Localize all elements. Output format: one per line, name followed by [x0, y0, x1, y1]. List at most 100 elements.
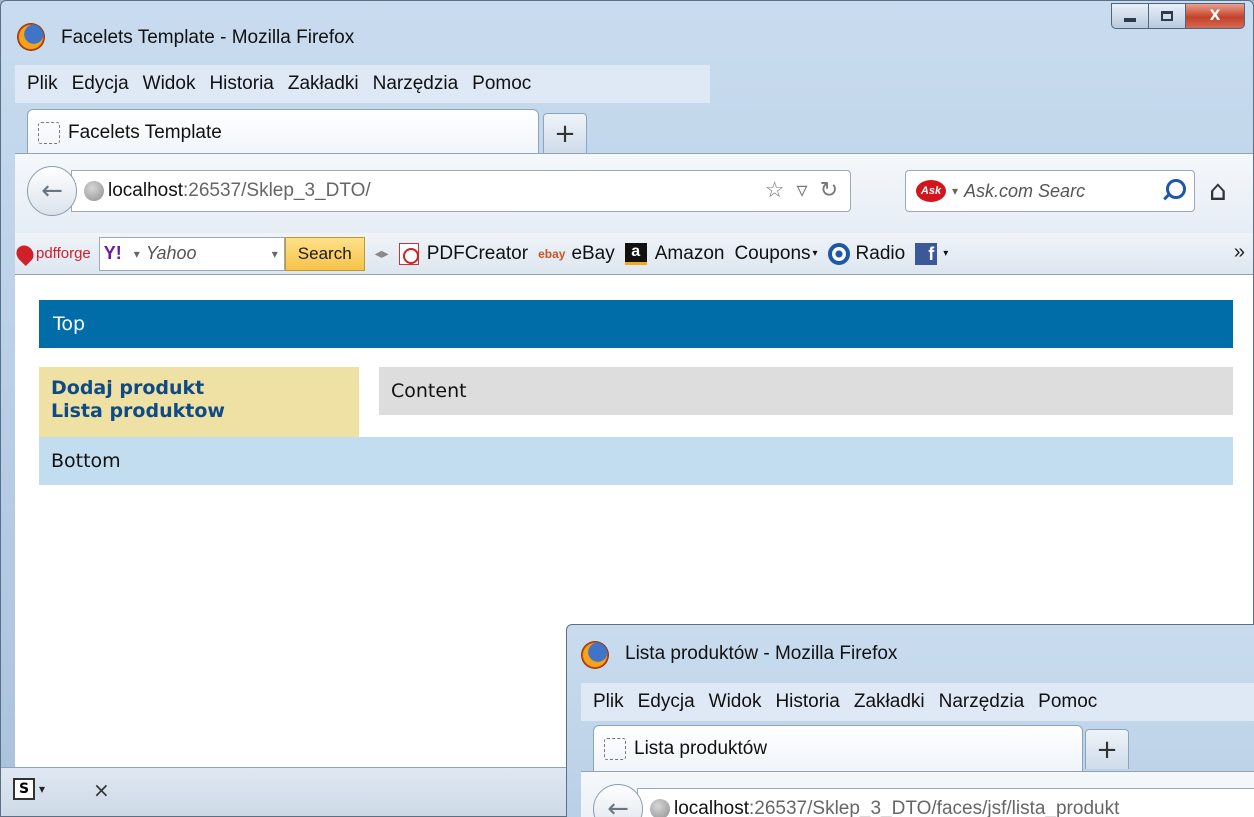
menu-edycja[interactable]: Edycja: [638, 691, 695, 713]
page-top-section: Top: [39, 300, 1233, 348]
pdf-icon: [398, 242, 419, 265]
toolbar-resize-handle[interactable]: ◂▸: [375, 245, 389, 262]
bookmarks-toolbar: pdfforge Y! ▾ Yahoo ▾ Search ◂▸ PDFCreat…: [12, 233, 1253, 275]
addon-dropdown-icon[interactable]: ▾: [39, 782, 45, 796]
tab-strip: Facelets Template +: [15, 105, 1253, 155]
url-bar[interactable]: localhost :26537/Sklep_3_DTO/ ☆ ▿ ↻: [71, 170, 851, 212]
back-button[interactable]: ←: [593, 784, 643, 817]
tab-label: Facelets Template: [68, 121, 222, 143]
reload-icon[interactable]: ↻: [820, 177, 838, 203]
globe-icon: [650, 799, 670, 817]
search-engine-dropdown-icon[interactable]: ▾: [952, 184, 958, 198]
addon-s-icon[interactable]: S: [13, 778, 35, 800]
radio-icon: [827, 242, 850, 265]
ebay-icon: ebay: [538, 246, 566, 261]
tab-strip: Lista produktów +: [581, 721, 1254, 771]
menu-plik[interactable]: Plik: [27, 73, 58, 95]
yahoo-logo-icon: Y!: [103, 243, 122, 263]
menu-zakladki[interactable]: Zakładki: [288, 73, 359, 95]
url-host: localhost: [108, 180, 183, 201]
minimize-button[interactable]: [1111, 3, 1149, 29]
bookmark-radio[interactable]: Radio: [827, 242, 905, 265]
url-path: :26537/Sklep_3_DTO/: [183, 180, 371, 201]
url-bar[interactable]: localhost :26537/Sklep_3_DTO/faces/jsf/l…: [637, 788, 1254, 817]
maximize-icon: [1161, 11, 1173, 21]
history-dropdown-icon[interactable]: ▿: [797, 177, 808, 203]
back-button[interactable]: ←: [27, 166, 77, 216]
menu-historia[interactable]: Historia: [775, 691, 839, 713]
menu-bar: Plik Edycja Widok Historia Zakładki Narz…: [581, 683, 1254, 721]
url-host: localhost: [674, 798, 749, 817]
yahoo-search-button[interactable]: Search: [284, 236, 365, 271]
new-tab-button[interactable]: +: [543, 113, 587, 153]
yahoo-engine-dropdown-icon[interactable]: ▾: [134, 247, 140, 261]
amazon-icon: a: [624, 242, 647, 265]
maximize-button[interactable]: [1148, 3, 1186, 29]
yahoo-history-dropdown-icon[interactable]: ▾: [272, 247, 278, 261]
tab-label: Lista produktów: [634, 737, 768, 759]
bookmark-label: eBay: [571, 242, 615, 264]
url-path: :26537/Sklep_3_DTO/faces/jsf/lista_produ…: [749, 798, 1120, 817]
bookmark-label: Coupons: [734, 242, 811, 264]
url-bar-icons: ☆ ▿ ↻: [765, 177, 838, 203]
close-addon-bar-icon[interactable]: ×: [93, 778, 110, 802]
firefox-logo-icon: [581, 641, 609, 669]
page-left-nav: Dodaj produkt Lista produktow: [39, 367, 359, 437]
more-bookmarks-chevron[interactable]: »: [1234, 241, 1245, 264]
bookmark-coupons[interactable]: Coupons ▾: [734, 243, 817, 265]
tab-facelets-template[interactable]: Facelets Template: [27, 109, 539, 155]
ask-logo-icon[interactable]: Ask: [916, 180, 946, 202]
coupons-dropdown-icon: ▾: [812, 248, 818, 259]
nav-link-lista-produktow[interactable]: Lista produktow: [51, 400, 359, 423]
menu-edycja[interactable]: Edycja: [72, 73, 129, 95]
bookmark-star-icon[interactable]: ☆: [765, 177, 785, 203]
pdfforge-icon: [12, 241, 38, 266]
page-bottom-section: Bottom: [39, 437, 1233, 485]
menu-narzedzia[interactable]: Narzędzia: [939, 691, 1025, 713]
pdfforge-label: pdfforge: [36, 245, 91, 262]
menu-narzedzia[interactable]: Narzędzia: [373, 73, 459, 95]
menu-bar: Plik Edycja Widok Historia Zakładki Narz…: [15, 65, 710, 103]
close-icon: X: [1209, 8, 1221, 24]
tab-lista-produktow[interactable]: Lista produktów: [593, 725, 1083, 771]
new-tab-button[interactable]: +: [1085, 729, 1129, 769]
bookmark-pdfcreator[interactable]: PDFCreator: [398, 242, 529, 265]
yahoo-placeholder: Yahoo: [145, 243, 197, 263]
navigation-toolbar: localhost :26537/Sklep_3_DTO/faces/jsf/l…: [581, 771, 1254, 817]
bookmark-ebay[interactable]: ebay eBay: [538, 243, 615, 265]
menu-plik[interactable]: Plik: [593, 691, 624, 713]
navigation-toolbar: localhost :26537/Sklep_3_DTO/ ☆ ▿ ↻ ← As…: [15, 153, 1253, 233]
home-icon[interactable]: ⌂: [1209, 174, 1227, 207]
menu-historia[interactable]: Historia: [209, 73, 273, 95]
back-arrow-icon: ←: [607, 794, 629, 817]
menu-pomoc[interactable]: Pomoc: [1038, 691, 1097, 713]
bookmark-label: Amazon: [654, 242, 725, 264]
globe-icon: [84, 181, 104, 201]
menu-pomoc[interactable]: Pomoc: [472, 73, 531, 95]
menu-widok[interactable]: Widok: [143, 73, 196, 95]
window-title: Lista produktów - Mozilla Firefox: [625, 643, 898, 664]
nav-link-dodaj-produkt[interactable]: Dodaj produkt: [51, 377, 359, 400]
window-controls: X: [1111, 3, 1245, 29]
search-icon[interactable]: [1166, 179, 1186, 199]
facebook-icon: f: [915, 242, 938, 265]
yahoo-search-input[interactable]: Y! ▾ Yahoo ▾: [98, 236, 285, 271]
bookmark-amazon[interactable]: a Amazon: [624, 242, 725, 265]
menu-widok[interactable]: Widok: [709, 691, 762, 713]
title-bar: Facelets Template - Mozilla Firefox X: [1, 1, 1253, 65]
pdfforge-link[interactable]: pdfforge: [12, 241, 91, 266]
window-title: Facelets Template - Mozilla Firefox: [61, 27, 355, 48]
back-arrow-icon: ←: [41, 176, 63, 206]
second-browser-window[interactable]: Lista produktów - Mozilla Firefox Plik E…: [566, 624, 1254, 817]
page-content-section: Content: [379, 367, 1233, 415]
search-bar[interactable]: Ask ▾ Ask.com Searc: [905, 170, 1195, 212]
menu-zakladki[interactable]: Zakładki: [854, 691, 925, 713]
close-window-button[interactable]: X: [1185, 3, 1245, 29]
bookmark-label: PDFCreator: [426, 242, 529, 264]
firefox-logo-icon: [17, 23, 45, 51]
page-placeholder-icon: [38, 121, 60, 144]
minimize-icon: [1124, 18, 1136, 22]
search-placeholder: Ask.com Searc: [964, 180, 1086, 201]
bookmark-facebook[interactable]: f ▾: [915, 242, 949, 265]
facebook-dropdown-icon: ▾: [943, 248, 949, 259]
